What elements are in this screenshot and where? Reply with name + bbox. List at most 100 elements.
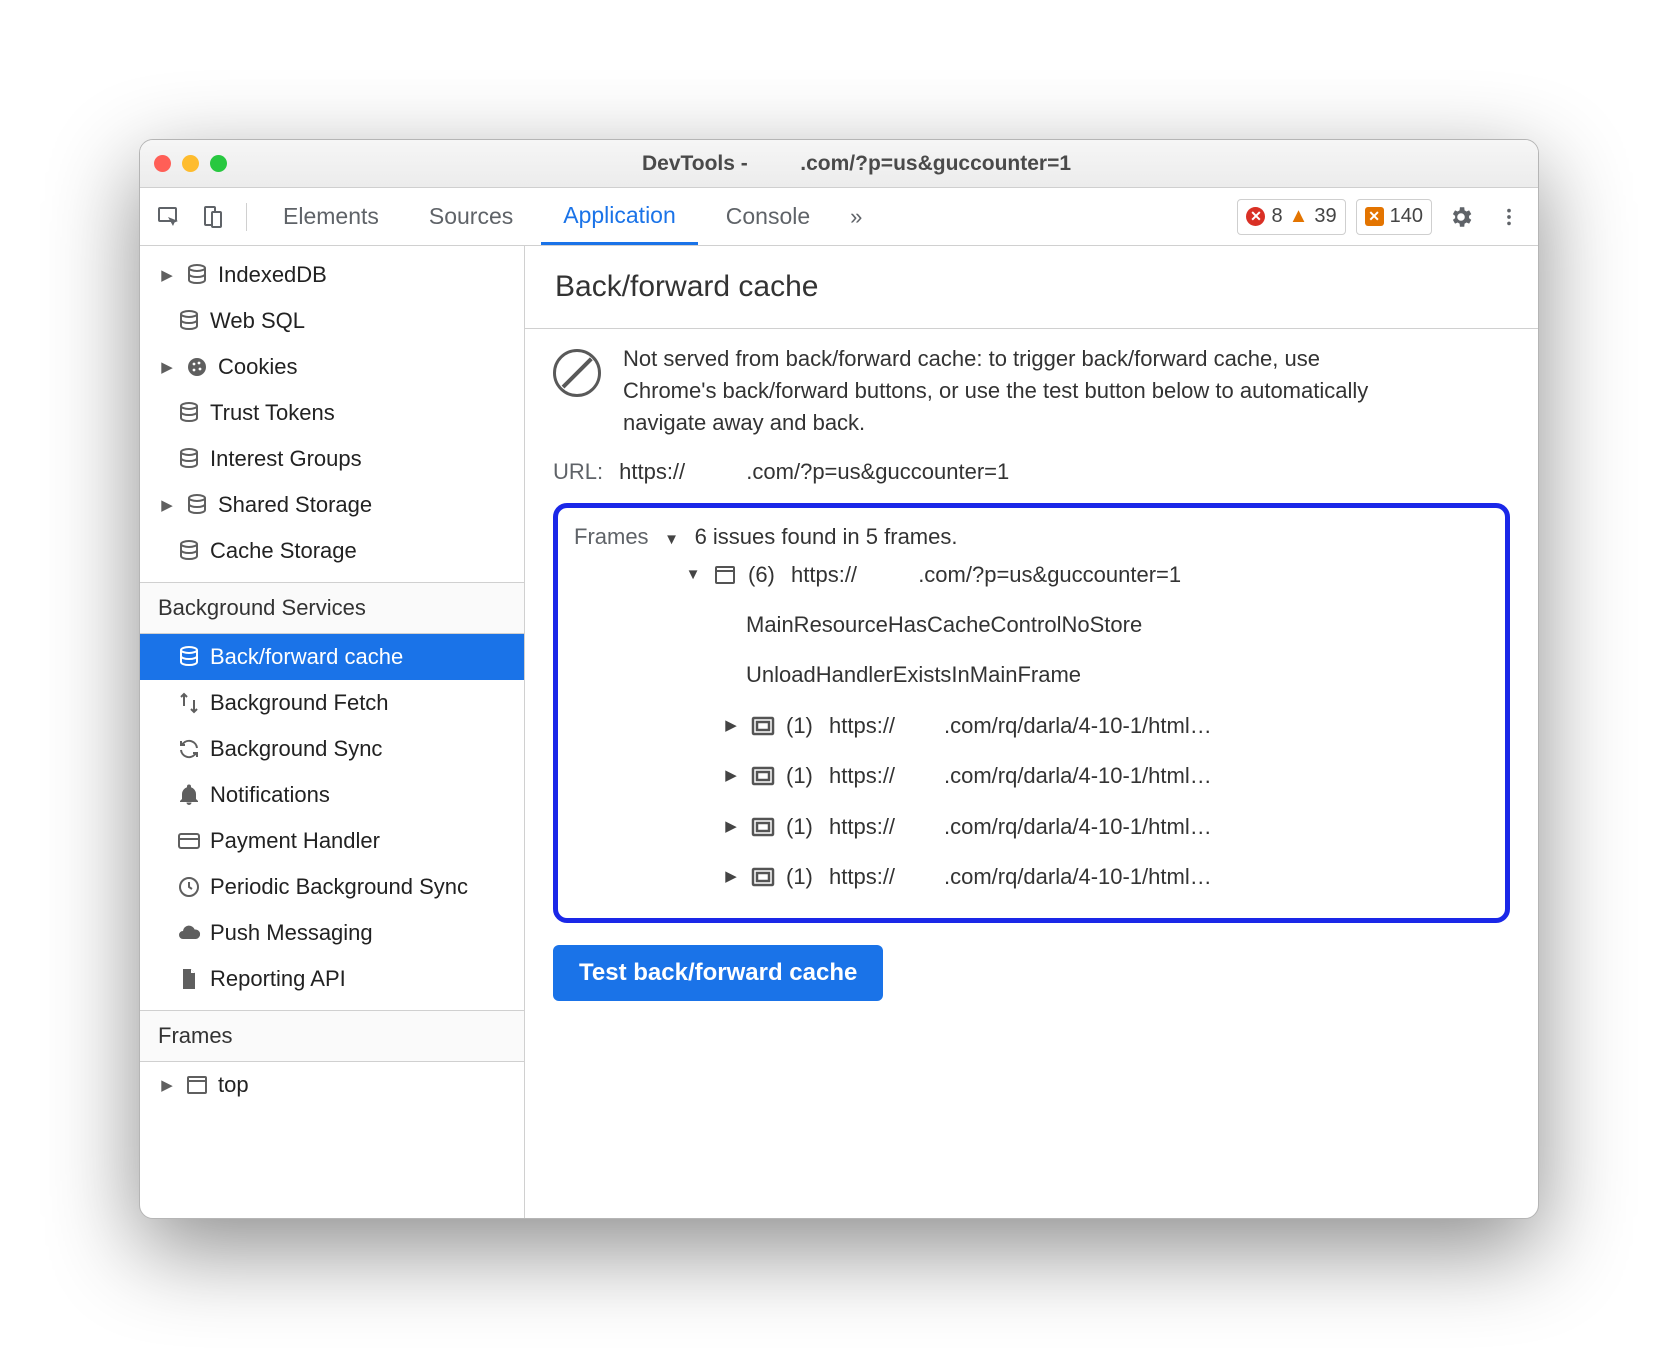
info-text: Not served from back/forward cache: to t…: [623, 343, 1403, 439]
warning-icon: ▲: [1289, 205, 1309, 228]
url-value: https:// .com/?p=us&guccounter=1: [619, 459, 1009, 485]
sidebar-item-label: Cookies: [218, 354, 297, 380]
info-message: Not served from back/forward cache: to t…: [553, 343, 1510, 439]
window-titlebar: DevTools - .com/?p=us&guccounter=1: [140, 140, 1538, 188]
database-icon: [176, 309, 202, 333]
warning-count: 39: [1314, 205, 1336, 228]
error-count: 8: [1271, 205, 1282, 228]
database-icon: [184, 493, 210, 517]
sidebar-item-label: Shared Storage: [218, 492, 372, 518]
window-title: DevTools - .com/?p=us&guccounter=1: [140, 139, 1538, 200]
sidebar-item-payment-handler[interactable]: Payment Handler: [140, 818, 524, 864]
more-tabs-button[interactable]: »: [838, 204, 874, 230]
frame-url: https:// .com/rq/darla/4-10-1/html…: [823, 713, 1212, 739]
database-icon: [176, 447, 202, 471]
sidebar-item-notifications[interactable]: Notifications: [140, 772, 524, 818]
sidebar-item-background-fetch[interactable]: Background Fetch: [140, 680, 524, 726]
sidebar-item-reporting-api[interactable]: Reporting API: [140, 956, 524, 1002]
frame-url: https:// .com/rq/darla/4-10-1/html…: [823, 763, 1212, 789]
console-status-badge[interactable]: ✕ 8 ▲ 39: [1237, 199, 1345, 235]
frame-count: (1): [786, 814, 813, 840]
sidebar-section-frames: Frames: [140, 1010, 524, 1062]
sidebar-item-shared-storage[interactable]: ▶ Shared Storage: [140, 482, 524, 528]
frame-url: https:// .com/?p=us&guccounter=1: [785, 562, 1181, 588]
sync-icon: [176, 737, 202, 761]
expand-arrow-icon[interactable]: ▶: [722, 717, 740, 735]
sidebar-item-label: top: [218, 1072, 249, 1098]
sidebar-item-label: Background Sync: [210, 736, 382, 762]
bfcache-reason: UnloadHandlerExistsInMainFrame: [574, 650, 1489, 700]
frame-count: (1): [786, 864, 813, 890]
settings-button[interactable]: [1442, 198, 1480, 236]
sidebar-item-label: Web SQL: [210, 308, 305, 334]
issues-badge[interactable]: ✕ 140: [1356, 199, 1432, 235]
database-icon: [184, 263, 210, 287]
sidebar-item-periodic-bg-sync[interactable]: Periodic Background Sync: [140, 864, 524, 910]
sidebar-item-background-sync[interactable]: Background Sync: [140, 726, 524, 772]
bell-icon: [176, 783, 202, 807]
main-panel: Back/forward cache Not served from back/…: [525, 246, 1538, 1218]
sidebar-item-cache-storage[interactable]: Cache Storage: [140, 528, 524, 574]
iframe-icon: [750, 714, 776, 738]
expand-arrow-icon[interactable]: ▶: [722, 818, 740, 836]
sidebar-item-label: IndexedDB: [218, 262, 327, 288]
expand-arrow-icon[interactable]: ▶: [722, 767, 740, 785]
sidebar-item-label: Notifications: [210, 782, 330, 808]
frame-url: https:// .com/rq/darla/4-10-1/html…: [823, 814, 1212, 840]
sidebar-item-label: Back/forward cache: [210, 644, 403, 670]
database-icon: [176, 645, 202, 669]
cookie-icon: [184, 355, 210, 379]
expand-arrow-icon: ▶: [158, 266, 176, 284]
frame-row-child[interactable]: ▶ (1) https:// .com/rq/darla/4-10-1/html…: [574, 802, 1489, 852]
frame-count: (6): [748, 562, 775, 588]
transfer-icon: [176, 691, 202, 715]
sidebar-item-label: Trust Tokens: [210, 400, 335, 426]
frames-summary: 6 issues found in 5 frames.: [695, 524, 958, 550]
expand-arrow-icon: ▶: [158, 496, 176, 514]
more-menu-button[interactable]: [1490, 198, 1528, 236]
device-toolbar-button[interactable]: [194, 198, 232, 236]
clock-icon: [176, 875, 202, 899]
database-icon: [176, 401, 202, 425]
frame-row-child[interactable]: ▶ (1) https:// .com/rq/darla/4-10-1/html…: [574, 701, 1489, 751]
inspect-element-button[interactable]: [150, 198, 188, 236]
sidebar-item-trust-tokens[interactable]: Trust Tokens: [140, 390, 524, 436]
sidebar-item-label: Reporting API: [210, 966, 346, 992]
sidebar-item-push-messaging[interactable]: Push Messaging: [140, 910, 524, 956]
sidebar-item-label: Background Fetch: [210, 690, 389, 716]
test-bfcache-button[interactable]: Test back/forward cache: [553, 945, 883, 1001]
sidebar-section-background-services: Background Services: [140, 582, 524, 634]
window-icon: [184, 1073, 210, 1097]
sidebar-item-interest-groups[interactable]: Interest Groups: [140, 436, 524, 482]
toolbar-separator: [246, 203, 247, 231]
sidebar-item-label: Push Messaging: [210, 920, 373, 946]
sidebar-item-websql[interactable]: Web SQL: [140, 298, 524, 344]
frame-count: (1): [786, 713, 813, 739]
frame-row-child[interactable]: ▶ (1) https:// .com/rq/darla/4-10-1/html…: [574, 852, 1489, 902]
error-icon: ✕: [1246, 207, 1265, 226]
application-sidebar: ▶ IndexedDB Web SQL ▶ Cookies Trust Toke…: [140, 246, 525, 1218]
expand-arrow-icon[interactable]: ▶: [722, 868, 740, 886]
collapse-arrow-icon[interactable]: ▼: [684, 566, 702, 584]
iframe-icon: [750, 764, 776, 788]
issues-count: 140: [1390, 205, 1423, 228]
iframe-icon: [750, 815, 776, 839]
window-icon: [712, 563, 738, 587]
panel-title: Back/forward cache: [525, 246, 1538, 329]
sidebar-item-indexeddb[interactable]: ▶ IndexedDB: [140, 252, 524, 298]
sidebar-item-cookies[interactable]: ▶ Cookies: [140, 344, 524, 390]
blocked-icon: [553, 349, 601, 397]
sidebar-item-label: Periodic Background Sync: [210, 874, 468, 900]
document-icon: [176, 967, 202, 991]
cloud-icon: [176, 921, 202, 945]
bfcache-reason: MainResourceHasCacheControlNoStore: [574, 600, 1489, 650]
collapse-arrow-icon[interactable]: ▼: [663, 531, 681, 548]
expand-arrow-icon: ▶: [158, 358, 176, 376]
expand-arrow-icon: ▶: [158, 1076, 176, 1094]
sidebar-item-label: Cache Storage: [210, 538, 357, 564]
sidebar-item-frame-top[interactable]: ▶ top: [140, 1062, 524, 1108]
devtools-window: DevTools - .com/?p=us&guccounter=1 Eleme…: [139, 139, 1539, 1219]
sidebar-item-bfcache[interactable]: Back/forward cache: [140, 634, 524, 680]
frame-row-root[interactable]: ▼ (6) https:// .com/?p=us&guccounter=1: [574, 550, 1489, 600]
frame-row-child[interactable]: ▶ (1) https:// .com/rq/darla/4-10-1/html…: [574, 751, 1489, 801]
